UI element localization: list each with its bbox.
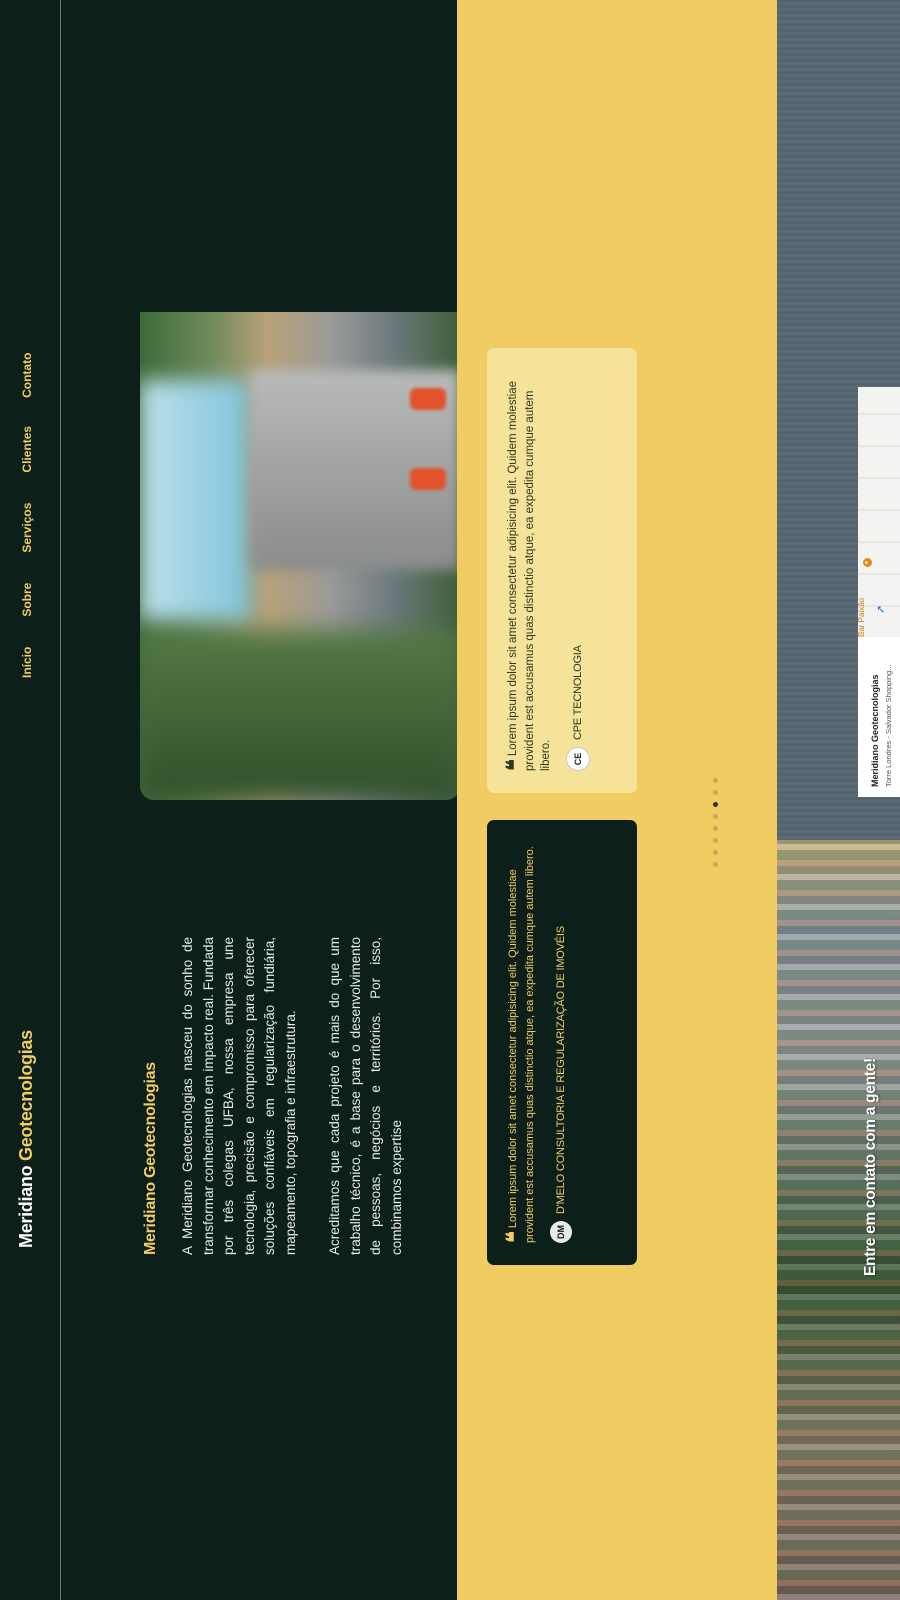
map-embed[interactable]: Meridiano Geotecnologias Torre Londres -… (857, 387, 900, 797)
testimonial-card: ❝Lorem ipsum dolor sit amet consectetur … (487, 348, 637, 793)
carousel-dot[interactable] (713, 838, 718, 843)
nav-item-sobre[interactable]: Sobre (20, 583, 34, 617)
nav-item-clientes[interactable]: Clientes (20, 426, 34, 473)
company-logo: CE (566, 747, 590, 771)
testimonial-author-name: D'MELO CONSULTORIA E REGULARIZAÇÃO DE IM… (555, 926, 567, 1214)
nav-item-servicos[interactable]: Serviços (20, 503, 34, 553)
contact-section: Entre em contato com a gente! (777, 0, 900, 1600)
testimonials-section: ❝Lorem ipsum dolor sit amet consectetur … (457, 0, 777, 1600)
carousel-dot[interactable] (713, 790, 718, 795)
map-place-address: Torre Londres - Salvador Shopping... (884, 664, 893, 787)
brand-name-part1: Meridiano (16, 1165, 36, 1248)
map-place-title: Meridiano Geotecnologias (870, 674, 880, 787)
photo-worker (410, 468, 446, 490)
contact-title: Entre em contato com a gente! (862, 1058, 879, 1276)
about-title-part1: Meridiano (142, 1182, 159, 1255)
company-logo: DM (550, 1221, 572, 1243)
carousel-dot[interactable] (713, 862, 718, 867)
carousel-dot[interactable] (713, 814, 718, 819)
about-paragraph-1: A Meridiano Geotecnologias nasceu do son… (180, 937, 298, 1255)
site-header: Meridiano Geotecnologias Início Sobre Se… (0, 0, 61, 1600)
about-title: Meridiano Geotecnologias (142, 1062, 160, 1255)
testimonial-text: ❝Lorem ipsum dolor sit amet consectetur … (502, 842, 538, 1243)
directions-icon[interactable]: ➚ (874, 605, 887, 614)
testimonial-author: CE CPE TECNOLOGIA (566, 370, 590, 771)
testimonial-text-body: Lorem ipsum dolor sit amet consectetur a… (507, 380, 552, 771)
nav-item-contato[interactable]: Contato (20, 353, 34, 398)
testimonial-card: ❝Lorem ipsum dolor sit amet consectetur … (487, 820, 637, 1265)
carousel-dot[interactable] (713, 850, 718, 855)
testimonial-text: ❝Lorem ipsum dolor sit amet consectetur … (502, 370, 554, 771)
carousel-dot[interactable] (713, 802, 718, 807)
map-pin-icon: ● (863, 558, 872, 567)
about-title-part2: Geotecnologias (142, 1062, 159, 1178)
page: Meridiano Geotecnologias Início Sobre Se… (0, 0, 900, 1600)
brand-name-part2: Geotecnologias (16, 1030, 36, 1161)
photo-worker (410, 388, 446, 410)
about-photo (140, 312, 460, 800)
about-text-viewport[interactable]: A Meridiano Geotecnologias nasceu do son… (178, 935, 458, 1255)
brand-logo[interactable]: Meridiano Geotecnologias (16, 1030, 37, 1248)
carousel-dots (713, 778, 718, 867)
map-poi-label: Bar Paixão (857, 597, 866, 637)
photo-sky (140, 380, 250, 620)
carousel-dot[interactable] (713, 826, 718, 831)
main-nav: Início Sobre Serviços Clientes Contato (20, 353, 34, 678)
about-text: A Meridiano Geotecnologias nasceu do son… (178, 937, 407, 1255)
testimonial-author-name: CPE TECNOLOGIA (572, 645, 584, 740)
about-paragraph-2: Acreditamos que cada projeto é mais do q… (327, 937, 404, 1255)
testimonial-author: DM D'MELO CONSULTORIA E REGULARIZAÇÃO DE… (550, 842, 572, 1243)
carousel-dot[interactable] (713, 778, 718, 783)
testimonial-text-body: Lorem ipsum dolor sit amet consectetur a… (507, 846, 536, 1243)
contact-bg-city (777, 840, 900, 1600)
nav-item-inicio[interactable]: Início (20, 647, 34, 678)
photo-trees (140, 630, 460, 800)
